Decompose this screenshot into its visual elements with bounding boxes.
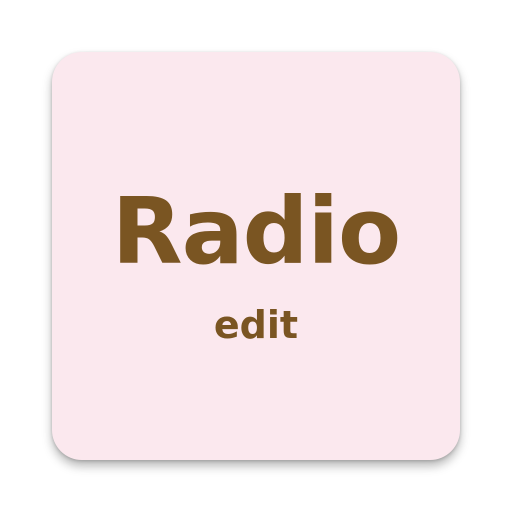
app-icon-subtitle: edit bbox=[213, 303, 299, 347]
launcher-canvas: Radio edit bbox=[0, 0, 512, 512]
app-icon[interactable]: Radio edit bbox=[52, 52, 460, 460]
app-icon-title: Radio bbox=[111, 178, 402, 285]
